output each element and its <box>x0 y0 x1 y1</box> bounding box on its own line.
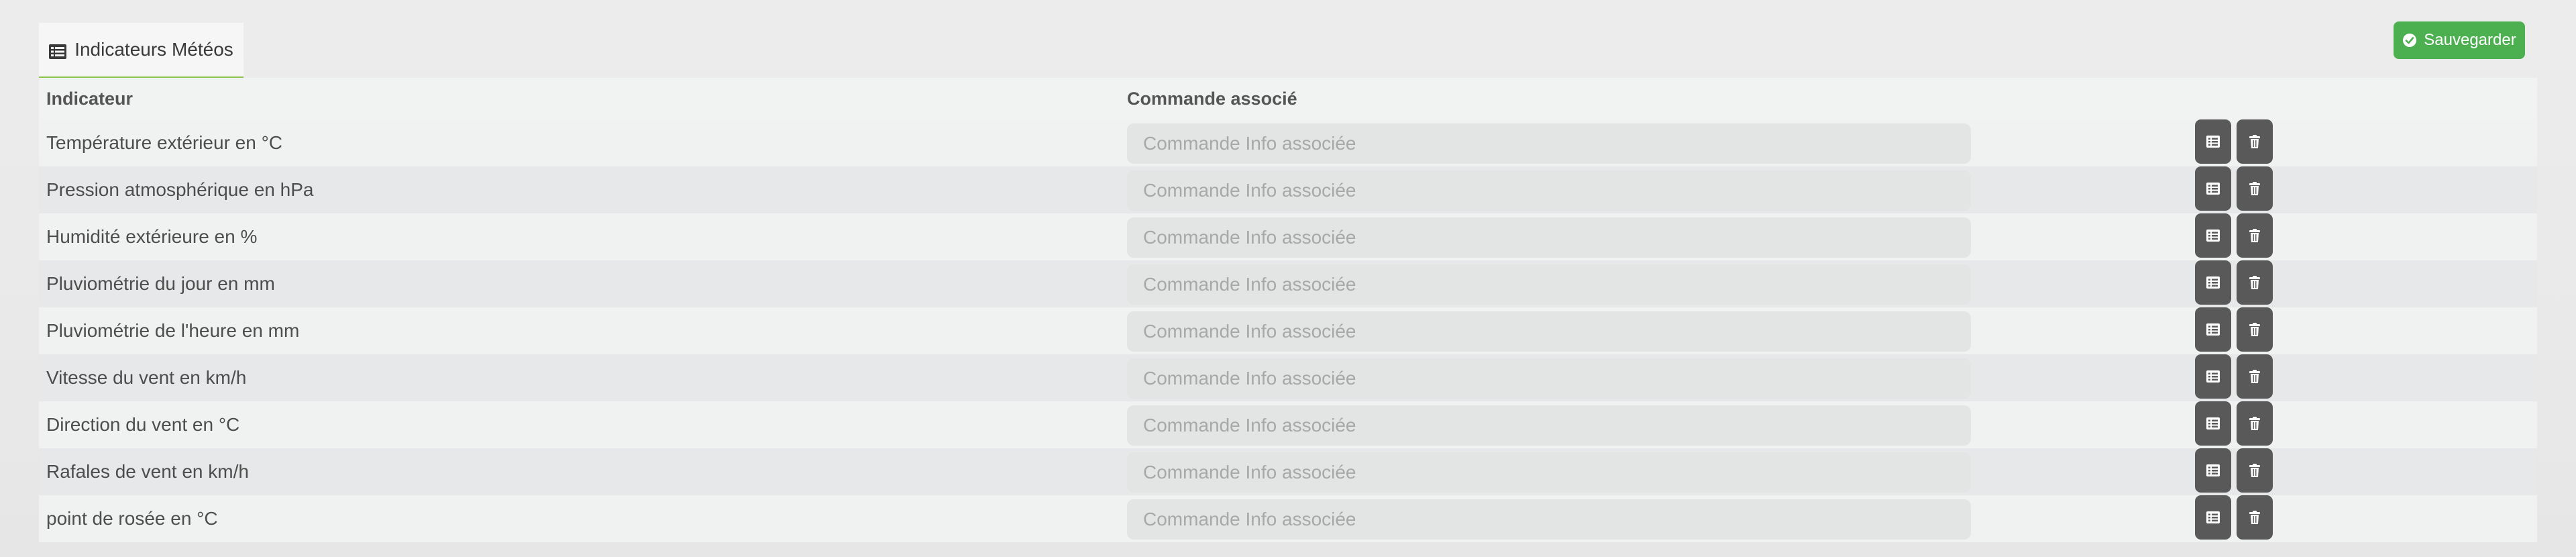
check-circle-icon <box>2402 33 2417 48</box>
table-row: Pluviométrie du jour en mm <box>39 260 2537 307</box>
indicator-label: Température extérieur en °C <box>46 132 283 153</box>
table-header: Indicateur Commande associé <box>39 78 2537 117</box>
configure-button[interactable] <box>2195 495 2231 540</box>
configure-button[interactable] <box>2195 213 2231 258</box>
configure-button[interactable] <box>2195 260 2231 305</box>
indicator-label: Vitesse du vent en km/h <box>46 367 247 388</box>
trash-icon <box>2247 369 2262 384</box>
delete-button[interactable] <box>2237 401 2273 446</box>
delete-button[interactable] <box>2237 119 2273 164</box>
header-command: Commande associé <box>1127 89 1297 109</box>
trash-icon <box>2247 510 2262 525</box>
list-icon <box>2206 275 2220 290</box>
list-icon <box>2206 322 2220 337</box>
command-info-input[interactable] <box>1127 405 1971 446</box>
trash-icon <box>2247 322 2262 337</box>
trash-icon <box>2247 181 2262 196</box>
indicator-label: Pluviométrie du jour en mm <box>46 273 275 294</box>
configure-button[interactable] <box>2195 166 2231 211</box>
configure-button[interactable] <box>2195 448 2231 493</box>
tab-label: Indicateurs Météos <box>74 39 233 60</box>
list-icon <box>2206 134 2220 149</box>
delete-button[interactable] <box>2237 260 2273 305</box>
list-icon <box>2206 416 2220 431</box>
configure-button[interactable] <box>2195 354 2231 399</box>
table-row: Pluviométrie de l'heure en mm <box>39 307 2537 354</box>
list-icon <box>2206 181 2220 196</box>
table-row: Vitesse du vent en km/h <box>39 354 2537 401</box>
command-info-input[interactable] <box>1127 311 1971 352</box>
save-button-label: Sauvegarder <box>2424 31 2516 49</box>
table-row: Pression atmosphérique en hPa <box>39 166 2537 213</box>
list-icon <box>49 42 67 59</box>
delete-button[interactable] <box>2237 448 2273 493</box>
command-info-input[interactable] <box>1127 452 1971 493</box>
tab-indicateurs-meteos[interactable]: Indicateurs Météos <box>39 23 244 79</box>
save-button[interactable]: Sauvegarder <box>2394 21 2525 59</box>
command-info-input[interactable] <box>1127 217 1971 258</box>
command-info-input[interactable] <box>1127 170 1971 211</box>
indicator-label: Rafales de vent en km/h <box>46 461 249 482</box>
trash-icon <box>2247 416 2262 431</box>
configure-button[interactable] <box>2195 307 2231 352</box>
command-info-input[interactable] <box>1127 123 1971 164</box>
table-row: point de rosée en °C <box>39 495 2537 542</box>
header-indicator: Indicateur <box>46 89 133 109</box>
trash-icon <box>2247 228 2262 243</box>
table-row: Rafales de vent en km/h <box>39 448 2537 495</box>
indicator-label: Pression atmosphérique en hPa <box>46 179 314 200</box>
list-icon <box>2206 510 2220 525</box>
indicator-label: Humidité extérieure en % <box>46 226 258 247</box>
table-row: Direction du vent en °C <box>39 401 2537 448</box>
configure-button[interactable] <box>2195 119 2231 164</box>
delete-button[interactable] <box>2237 495 2273 540</box>
trash-icon <box>2247 134 2262 149</box>
trash-icon <box>2247 463 2262 478</box>
delete-button[interactable] <box>2237 307 2273 352</box>
list-icon <box>2206 463 2220 478</box>
indicator-label: Pluviométrie de l'heure en mm <box>46 320 300 341</box>
indicator-label: point de rosée en °C <box>46 508 218 529</box>
delete-button[interactable] <box>2237 354 2273 399</box>
delete-button[interactable] <box>2237 213 2273 258</box>
table-row: Humidité extérieure en % <box>39 213 2537 260</box>
delete-button[interactable] <box>2237 166 2273 211</box>
command-info-input[interactable] <box>1127 264 1971 305</box>
table-row: Température extérieur en °C <box>39 119 2537 166</box>
list-icon <box>2206 369 2220 384</box>
indicators-table: Indicateur Commande associé Température … <box>39 78 2537 542</box>
list-icon <box>2206 228 2220 243</box>
trash-icon <box>2247 275 2262 290</box>
indicator-label: Direction du vent en °C <box>46 414 240 435</box>
command-info-input[interactable] <box>1127 358 1971 399</box>
configure-button[interactable] <box>2195 401 2231 446</box>
command-info-input[interactable] <box>1127 499 1971 540</box>
